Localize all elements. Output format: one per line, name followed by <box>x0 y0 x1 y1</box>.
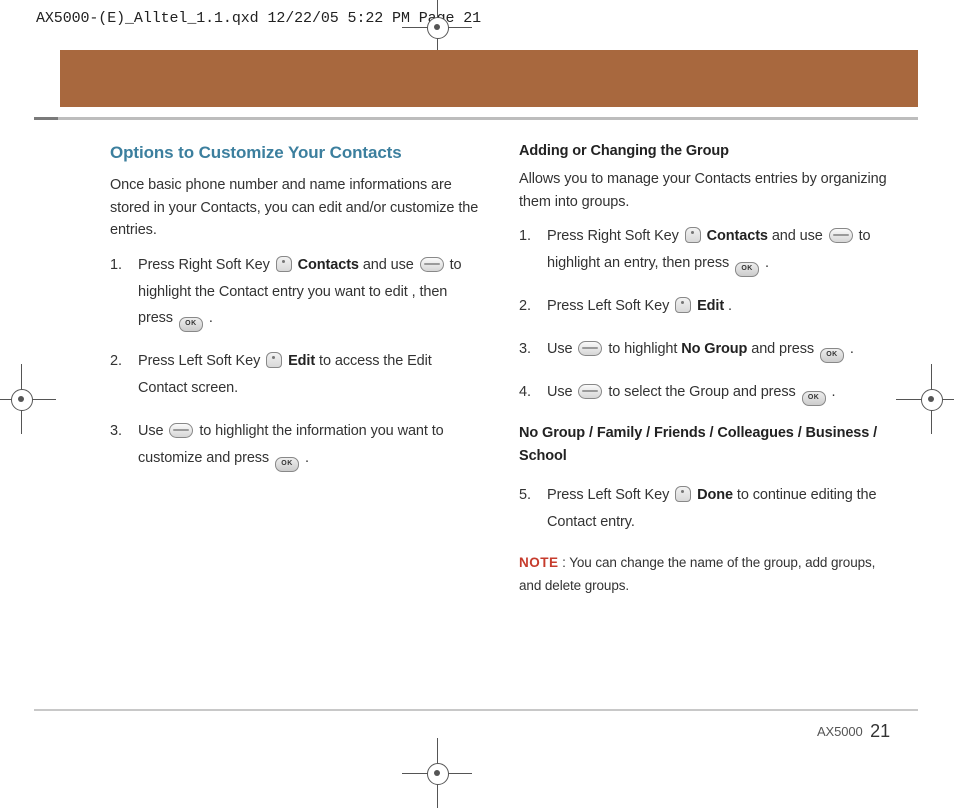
step-text: . <box>850 341 854 357</box>
step-item: Use to select the Group and press OK . <box>519 379 890 406</box>
step-item: Use to highlight No Group and press OK . <box>519 336 890 363</box>
softkey-label: Edit <box>288 353 315 369</box>
softkey-icon <box>675 486 691 502</box>
registration-mark-left <box>8 386 34 412</box>
step-item: Press Left Soft Key Edit . <box>519 293 890 320</box>
step-text: Use <box>547 341 576 357</box>
bold-term: No Group <box>681 341 747 357</box>
step-item: Use to highlight the information you wan… <box>110 418 481 472</box>
ok-key-icon: OK <box>820 348 844 363</box>
step-text: and press <box>751 341 818 357</box>
column-left: Options to Customize Your Contacts Once … <box>110 140 481 608</box>
note: NOTE : You can change the name of the gr… <box>519 552 890 598</box>
step-text: Use <box>138 423 167 439</box>
step-text: to highlight <box>608 341 681 357</box>
footer-rule <box>34 709 918 711</box>
step-text: . <box>765 255 769 271</box>
registration-mark-top <box>424 14 450 40</box>
note-text: : You can change the name of the group, … <box>519 555 875 593</box>
registration-mark-right <box>918 386 944 412</box>
step-text: and use <box>772 228 827 244</box>
steps-list: Press Right Soft Key Contacts and use to… <box>110 252 481 472</box>
step-item: Press Right Soft Key Contacts and use to… <box>110 252 481 333</box>
nav-key-icon <box>829 228 853 243</box>
ok-key-icon: OK <box>179 317 203 332</box>
step-text: Press Left Soft Key <box>547 487 673 503</box>
step-text: Press Left Soft Key <box>547 298 673 314</box>
nav-key-icon <box>420 257 444 272</box>
step-text: . <box>209 310 213 326</box>
footer-model: AX5000 <box>817 724 863 739</box>
softkey-label: Edit <box>697 298 724 314</box>
intro-text: Allows you to manage your Contacts entri… <box>519 168 890 213</box>
softkey-icon <box>266 352 282 368</box>
intro-text: Once basic phone number and name informa… <box>110 174 481 241</box>
header-bar <box>60 50 918 107</box>
nav-key-icon <box>578 341 602 356</box>
step-text: Press Right Soft Key <box>138 257 274 273</box>
ok-key-icon: OK <box>275 457 299 472</box>
step-item: Press Left Soft Key Edit to access the E… <box>110 348 481 402</box>
softkey-label: Contacts <box>298 257 359 273</box>
subsection-heading: Adding or Changing the Group <box>519 140 890 162</box>
step-text: Use <box>547 384 576 400</box>
note-label: NOTE <box>519 555 559 570</box>
step-text: . <box>305 450 309 466</box>
steps-list-cont: Press Left Soft Key Done to continue edi… <box>519 482 890 536</box>
nav-key-icon <box>169 423 193 438</box>
print-slug: AX5000-(E)_Alltel_1.1.qxd 12/22/05 5:22 … <box>36 10 481 27</box>
step-item: Press Right Soft Key Contacts and use to… <box>519 223 890 277</box>
softkey-label: Done <box>697 487 733 503</box>
header-rule <box>34 117 918 120</box>
page-content: Options to Customize Your Contacts Once … <box>110 140 890 608</box>
registration-mark-bottom <box>424 760 450 786</box>
step-text: Press Left Soft Key <box>138 353 264 369</box>
nav-key-icon <box>578 384 602 399</box>
ok-key-icon: OK <box>735 262 759 277</box>
column-right: Adding or Changing the Group Allows you … <box>519 140 890 608</box>
footer-page-number: 21 <box>870 721 890 741</box>
ok-key-icon: OK <box>802 391 826 406</box>
step-text: and use <box>363 257 418 273</box>
steps-list: Press Right Soft Key Contacts and use to… <box>519 223 890 406</box>
softkey-icon <box>685 227 701 243</box>
page-footer: AX5000 21 <box>817 721 890 742</box>
group-options: No Group / Family / Friends / Colleagues… <box>519 422 890 468</box>
step-text: Press Right Soft Key <box>547 228 683 244</box>
step-text: . <box>832 384 836 400</box>
step-item: Press Left Soft Key Done to continue edi… <box>519 482 890 536</box>
softkey-label: Contacts <box>707 228 768 244</box>
step-text: . <box>728 298 732 314</box>
softkey-icon <box>675 297 691 313</box>
section-heading: Options to Customize Your Contacts <box>110 140 481 166</box>
step-text: to select the Group and press <box>608 384 799 400</box>
softkey-icon <box>276 256 292 272</box>
